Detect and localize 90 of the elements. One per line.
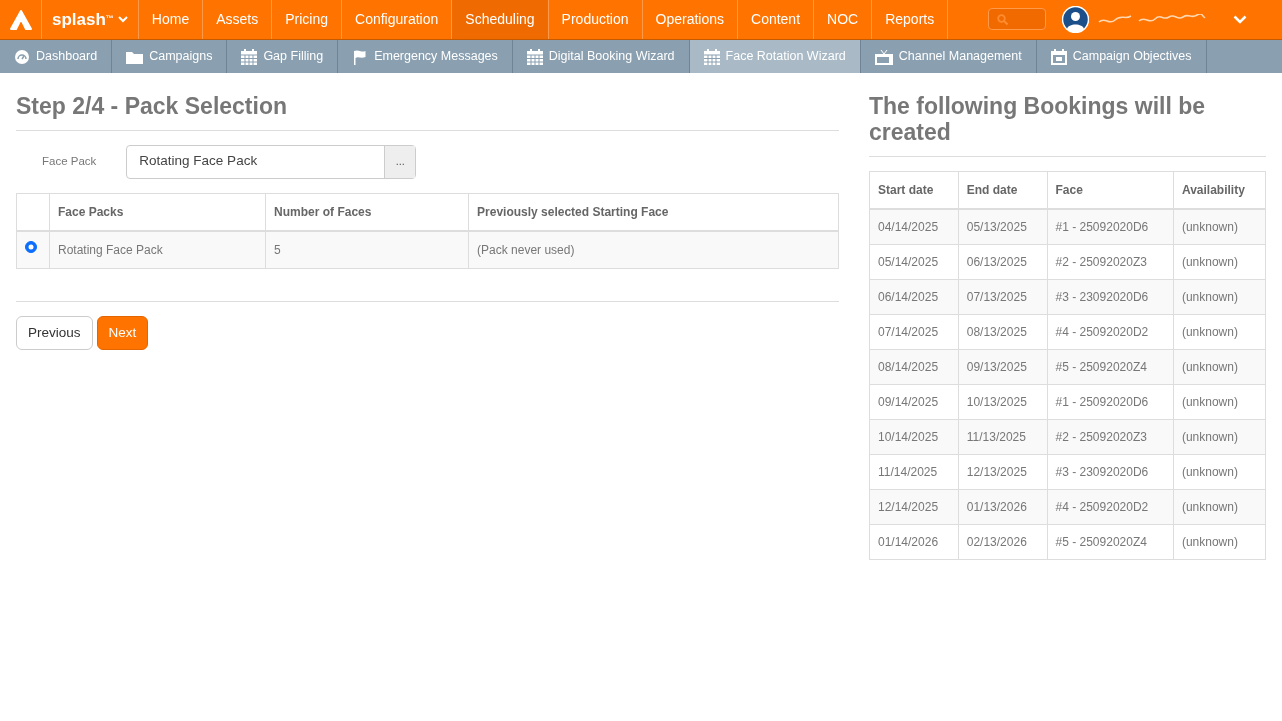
table-cell: 05/14/2025: [869, 244, 959, 280]
avatar-icon[interactable]: [1062, 6, 1090, 33]
table-cell: 04/14/2025: [869, 208, 959, 245]
table-cell: 07/13/2025: [958, 279, 1047, 315]
sub-nav-tab[interactable]: Campaign Objectives: [1036, 40, 1207, 73]
table-cell: #2 - 25092020Z3: [1047, 419, 1174, 455]
face-pack-field[interactable]: Rotating Face Pack ...: [126, 144, 417, 179]
table-cell: (Pack never used): [468, 230, 839, 269]
column-header: End date: [958, 171, 1047, 209]
nav-tab[interactable]: Pricing: [272, 0, 343, 39]
folder-icon: [126, 49, 144, 64]
sub-nav-tab[interactable]: Face Rotation Wizard: [689, 40, 861, 73]
table-cell: 06/14/2025: [869, 279, 959, 315]
table-cell: 09/14/2025: [869, 384, 959, 420]
table-cell: 09/13/2025: [958, 349, 1047, 385]
logo-icon[interactable]: [9, 9, 32, 30]
table-cell: (unknown): [1173, 314, 1266, 350]
table-cell: #3 - 23092020D6: [1047, 454, 1174, 490]
chevron-down-icon[interactable]: [117, 16, 128, 23]
table-cell: 08/14/2025: [869, 349, 959, 385]
nav-tab[interactable]: NOC: [814, 0, 873, 39]
search-field[interactable]: [988, 8, 1047, 30]
nav-tab[interactable]: Content: [738, 0, 815, 39]
table-cell: (unknown): [1173, 419, 1266, 455]
sub-nav-tab[interactable]: Digital Booking Wizard: [512, 40, 690, 73]
calendar-icon: [1050, 48, 1067, 65]
table-cell: 01/14/2026: [869, 524, 959, 560]
nav-tab[interactable]: Reports: [872, 0, 949, 39]
sub-nav-tab[interactable]: Gap Filling: [227, 40, 339, 73]
flag-icon: [352, 48, 369, 65]
next-button[interactable]: Next: [96, 315, 149, 350]
table-cell: (unknown): [1173, 524, 1266, 560]
brand-logo[interactable]: splash$^{™}$: [52, 6, 114, 33]
table-cell: #5 - 25092020Z4: [1047, 524, 1174, 560]
table-cell: (unknown): [1173, 384, 1266, 420]
column-header: Number of Faces: [265, 193, 469, 231]
column-header: Face: [1047, 171, 1174, 209]
table-cell: 11/14/2025: [869, 454, 959, 490]
table-cell: 01/13/2026: [958, 489, 1047, 525]
table-cell: (unknown): [1173, 349, 1266, 385]
table-cell: 10/14/2025: [869, 419, 959, 455]
calendar-icon: [703, 48, 720, 65]
field-label: Face Pack: [42, 154, 97, 170]
table-cell: Rotating Face Pack: [49, 230, 266, 269]
sub-nav-tab[interactable]: Channel Management: [860, 40, 1037, 73]
step-title: Step 2/4 - Pack Selection: [16, 93, 839, 131]
previous-button[interactable]: Previous: [16, 315, 93, 350]
table-cell: #4 - 25092020D2: [1047, 314, 1174, 350]
table-cell: 12/14/2025: [869, 489, 959, 525]
table-cell: #1 - 25092020D6: [1047, 384, 1174, 420]
column-header: Start date: [869, 171, 959, 209]
bookings-title: The following Bookings will be created: [869, 93, 1266, 157]
browse-button[interactable]: ...: [384, 145, 416, 178]
table-cell: (unknown): [1173, 208, 1266, 245]
table-cell: 12/13/2025: [958, 454, 1047, 490]
table-cell: 5: [265, 230, 469, 269]
table-cell: (unknown): [1173, 489, 1266, 525]
tv-icon: [874, 48, 893, 65]
table-cell: #3 - 23092020D6: [1047, 279, 1174, 315]
row-radio[interactable]: [25, 240, 37, 253]
table-cell: 06/13/2025: [958, 244, 1047, 280]
table-cell: 10/13/2025: [958, 384, 1047, 420]
table-cell: (unknown): [1173, 454, 1266, 490]
column-header: Previously selected Starting Face: [468, 193, 839, 231]
nav-tab[interactable]: Production: [548, 0, 643, 39]
calendar-icon: [526, 48, 543, 65]
table-cell: 11/13/2025: [958, 419, 1047, 455]
table-cell: (unknown): [1173, 244, 1266, 280]
table-cell: 05/13/2025: [958, 208, 1047, 245]
table-cell: #4 - 25092020D2: [1047, 489, 1174, 525]
nav-tab[interactable]: Operations: [642, 0, 738, 39]
sub-nav-tab[interactable]: Dashboard: [0, 40, 113, 73]
table-cell: (unknown): [1173, 279, 1266, 315]
table-cell: #2 - 25092020Z3: [1047, 244, 1174, 280]
sub-nav-tab[interactable]: Emergency Messages: [338, 40, 513, 73]
table-cell: 07/14/2025: [869, 314, 959, 350]
table-cell: #1 - 25092020D6: [1047, 208, 1174, 245]
column-header: Availability: [1173, 171, 1266, 209]
table-cell: #5 - 25092020Z4: [1047, 349, 1174, 385]
gauge-icon: [14, 48, 30, 65]
chevron-down-icon[interactable]: [1233, 15, 1248, 24]
calendar-icon: [241, 48, 258, 65]
table-cell: 08/13/2025: [958, 314, 1047, 350]
nav-tab[interactable]: Scheduling: [452, 0, 549, 39]
sub-nav-tab[interactable]: Campaigns: [112, 40, 228, 73]
column-header: Face Packs: [49, 193, 266, 231]
nav-tab[interactable]: Home: [138, 0, 204, 39]
search-icon: [997, 13, 1009, 25]
table-cell: 02/13/2026: [958, 524, 1047, 560]
nav-tab[interactable]: Assets: [203, 0, 273, 39]
